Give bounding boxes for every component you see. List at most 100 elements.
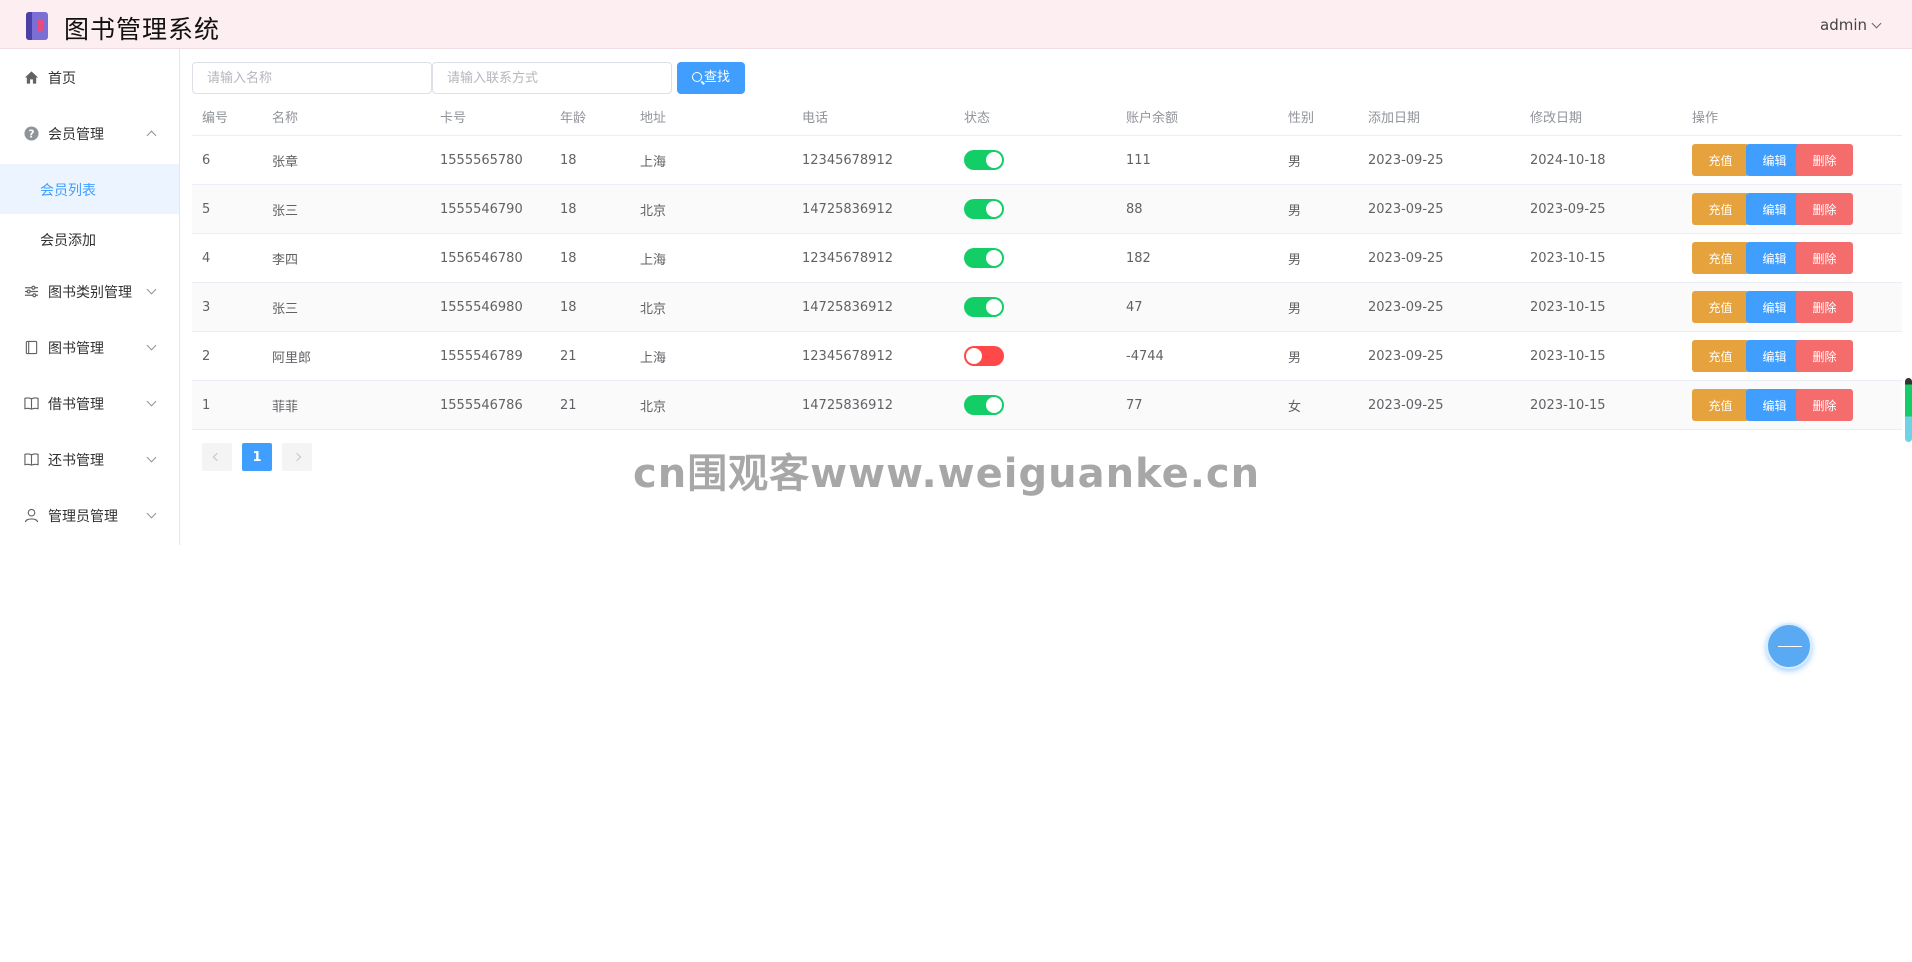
sidebar-item-members[interactable]: ? 会员管理 (0, 105, 179, 161)
table-row: 2 阿里郎 1555546789 21 上海 12345678912 -4744 男 2023-… (192, 332, 1902, 381)
recharge-button[interactable]: 充值 (1692, 291, 1749, 323)
name-search-input[interactable] (192, 62, 432, 94)
cell-added: 2023-09-25 (1368, 299, 1444, 315)
delete-button[interactable]: 删除 (1796, 291, 1853, 323)
scroll-indicator[interactable] (1905, 378, 1912, 442)
status-switch[interactable] (964, 136, 1004, 184)
home-icon (24, 71, 39, 84)
watermark: cn围观客www.weiguanke.cn (633, 451, 1261, 497)
delete-button[interactable]: 删除 (1796, 144, 1853, 176)
edit-button[interactable]: 编辑 (1746, 242, 1803, 274)
prev-page-button[interactable] (202, 443, 232, 471)
chevron-down-icon (146, 284, 157, 295)
edit-button[interactable]: 编辑 (1746, 144, 1803, 176)
floating-assistant-button[interactable] (1766, 623, 1812, 669)
sidebar: 首页 ? 会员管理 会员列表 会员添加 图书类别管理 图书管理 借书管理 还书管… (0, 49, 180, 545)
table-row: 1 菲菲 1555546786 21 北京 14725836912 77 女 2023-09-2… (192, 381, 1902, 430)
user-icon (24, 508, 39, 523)
cell-balance: 77 (1126, 397, 1143, 413)
cell-age: 18 (560, 201, 577, 217)
cell-balance: 88 (1126, 201, 1143, 217)
cell-card: 1555546980 (440, 299, 523, 315)
status-toggle[interactable] (964, 297, 1004, 317)
cell-added: 2023-09-25 (1368, 250, 1444, 266)
chevron-down-icon (1871, 18, 1882, 29)
edit-button[interactable]: 编辑 (1746, 193, 1803, 225)
sidebar-item-admins[interactable]: 管理员管理 (0, 487, 179, 543)
status-toggle[interactable] (964, 395, 1004, 415)
status-toggle[interactable] (964, 150, 1004, 170)
status-switch[interactable] (964, 185, 1004, 233)
status-toggle[interactable] (964, 199, 1004, 219)
sidebar-item-label: 会员列表 (40, 183, 96, 199)
chevron-down-icon (146, 452, 157, 463)
status-switch[interactable] (964, 283, 1004, 331)
svg-text:?: ? (29, 128, 35, 140)
cell-card: 1555546786 (440, 397, 523, 413)
search-button[interactable]: 查找 (677, 62, 745, 94)
status-switch[interactable] (964, 234, 1004, 282)
search-button-label: 查找 (703, 70, 730, 85)
chevron-right-icon (292, 452, 302, 462)
cell-id: 6 (202, 152, 211, 168)
cell-phone: 12345678912 (802, 152, 893, 168)
toggle-knob (986, 201, 1002, 217)
recharge-button[interactable]: 充值 (1692, 193, 1749, 225)
edit-button[interactable]: 编辑 (1746, 291, 1803, 323)
column-header-gender: 性别 (1288, 111, 1315, 126)
sidebar-item-books[interactable]: 图书管理 (0, 319, 179, 375)
table-row: 5 张三 1555546790 18 北京 14725836912 88 男 2023-09-2… (192, 185, 1902, 234)
recharge-button[interactable]: 充值 (1692, 389, 1749, 421)
toggle-knob (966, 348, 982, 364)
edit-button[interactable]: 编辑 (1746, 389, 1803, 421)
cell-gender: 男 (1288, 154, 1302, 170)
open-book-icon (24, 453, 39, 466)
recharge-button[interactable]: 充值 (1692, 340, 1749, 372)
sidebar-subitem-member-list[interactable]: 会员列表 (0, 164, 179, 214)
cell-gender: 男 (1288, 203, 1302, 219)
cell-modified: 2023-10-15 (1530, 299, 1606, 315)
sidebar-item-book-categories[interactable]: 图书类别管理 (0, 263, 179, 319)
chevron-up-icon (146, 130, 157, 141)
delete-button[interactable]: 删除 (1796, 242, 1853, 274)
column-header-balance: 账户余额 (1126, 111, 1179, 126)
cell-modified: 2023-10-15 (1530, 348, 1606, 364)
table-row: 4 李四 1556546780 18 上海 12345678912 182 男 2023-09-… (192, 234, 1902, 283)
next-page-button[interactable] (282, 443, 312, 471)
cell-gender: 男 (1288, 350, 1302, 366)
edit-button[interactable]: 编辑 (1746, 340, 1803, 372)
chevron-down-icon (146, 340, 157, 351)
recharge-button[interactable]: 充值 (1692, 242, 1749, 274)
cell-phone: 14725836912 (802, 299, 893, 315)
cell-card: 1555546789 (440, 348, 523, 364)
cell-card: 1555546790 (440, 201, 523, 217)
recharge-button[interactable]: 充值 (1692, 144, 1749, 176)
cell-phone: 12345678912 (802, 250, 893, 266)
cell-gender: 男 (1288, 252, 1302, 268)
question-circle-icon: ? (24, 126, 39, 141)
cell-id: 4 (202, 250, 211, 266)
cell-age: 21 (560, 397, 577, 413)
sidebar-item-borrow[interactable]: 借书管理 (0, 375, 179, 431)
sidebar-subitem-member-add[interactable]: 会员添加 (0, 214, 179, 264)
cell-name: 李四 (272, 252, 299, 268)
cell-modified: 2023-10-15 (1530, 250, 1606, 266)
delete-button[interactable]: 删除 (1796, 193, 1853, 225)
cell-age: 18 (560, 299, 577, 315)
user-menu[interactable]: admin (1820, 16, 1882, 34)
status-toggle[interactable] (964, 248, 1004, 268)
column-header-status: 状态 (964, 111, 991, 126)
status-switch[interactable] (964, 332, 1004, 380)
sidebar-item-label: 还书管理 (48, 453, 104, 469)
sidebar-item-label: 首页 (48, 71, 76, 87)
phone-search-input[interactable] (432, 62, 672, 94)
delete-button[interactable]: 删除 (1796, 340, 1853, 372)
sidebar-item-return[interactable]: 还书管理 (0, 431, 179, 487)
delete-button[interactable]: 删除 (1796, 389, 1853, 421)
status-switch[interactable] (964, 381, 1004, 429)
page-number-button[interactable]: 1 (242, 443, 272, 471)
toggle-knob (986, 299, 1002, 315)
sidebar-item-home[interactable]: 首页 (0, 49, 179, 105)
status-toggle[interactable] (964, 346, 1004, 366)
cell-modified: 2024-10-18 (1530, 152, 1606, 168)
